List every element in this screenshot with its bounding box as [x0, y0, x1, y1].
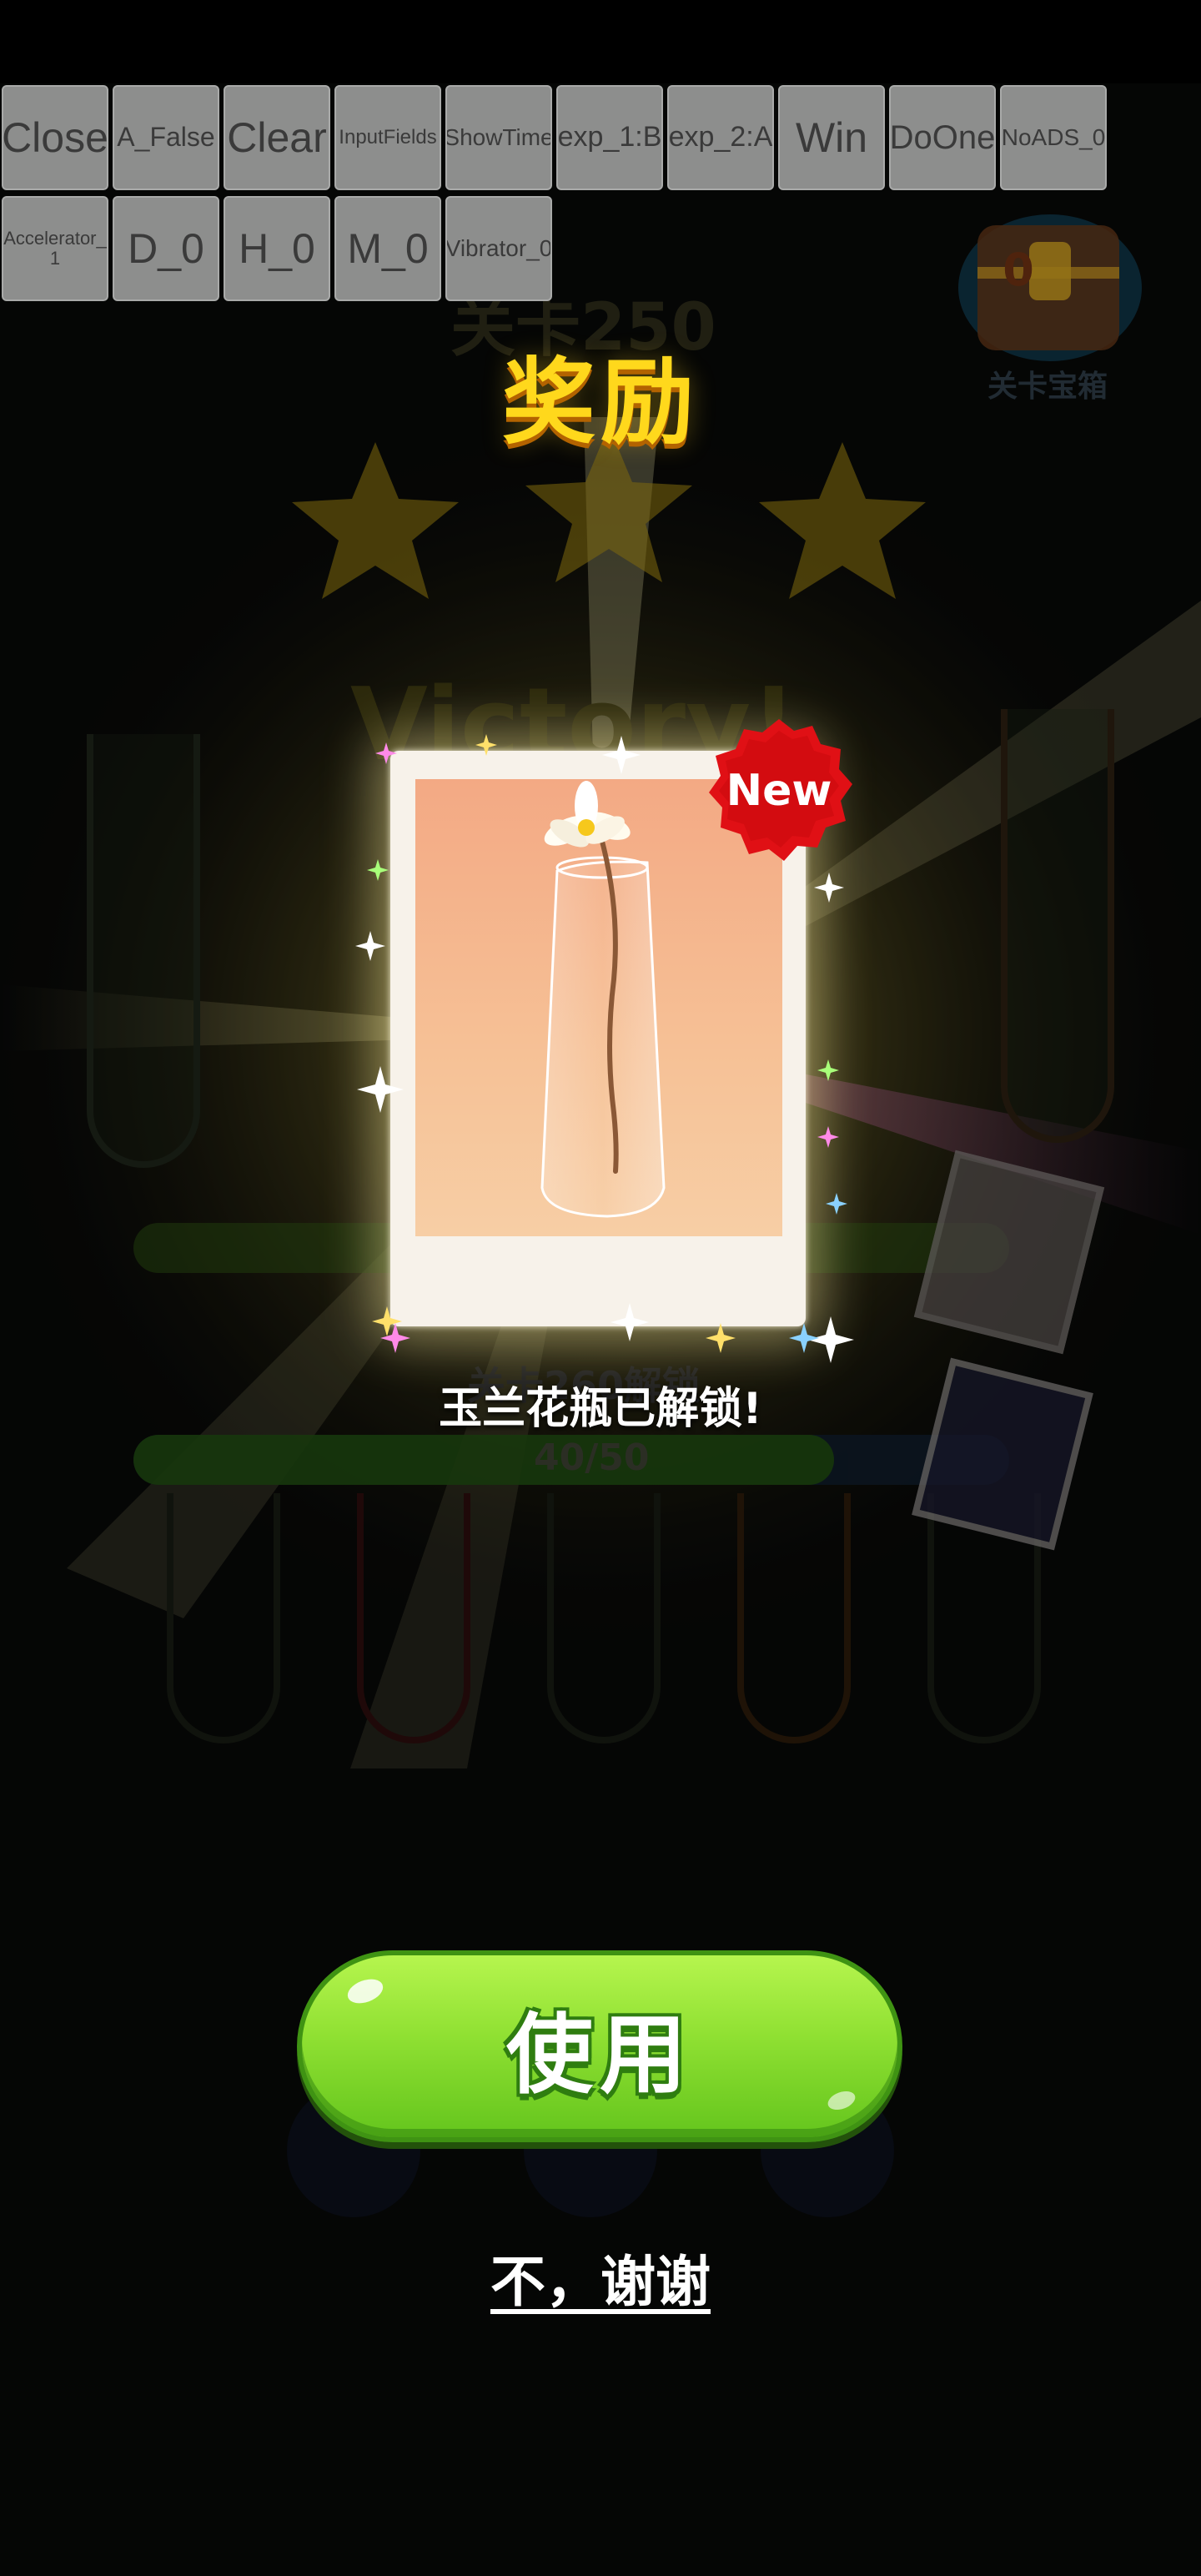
debug-button-win[interactable]: Win [778, 85, 885, 190]
debug-button-noads-0[interactable]: NoADS_0 [1000, 85, 1107, 190]
top-bar [0, 0, 1201, 83]
reward-title: 奖励 [502, 349, 699, 457]
debug-button-exp-2-a[interactable]: exp_2:A [667, 85, 774, 190]
reward-screen: 关卡250 Victory! 关卡260解锁 40/50 0 关卡宝箱 奖励 N… [0, 0, 1201, 2576]
debug-button-close[interactable]: Close [2, 85, 108, 190]
debug-button-exp-1-b[interactable]: exp_1:B [556, 85, 663, 190]
debug-button-vibrator-0[interactable]: Vibrator_0 [445, 196, 552, 301]
debug-button-showtime[interactable]: ShowTime [445, 85, 552, 190]
button-shine [344, 1975, 387, 2008]
use-button-label: 使用 [505, 2003, 693, 2106]
debug-button-a-false[interactable]: A_False [113, 85, 219, 190]
debug-button-d-0[interactable]: D_0 [113, 196, 219, 301]
sparkles [355, 734, 854, 1363]
no-thanks-link[interactable]: 不，谢谢 [0, 2237, 1201, 2317]
debug-button-doone[interactable]: DoOne [889, 85, 996, 190]
debug-button-accelerator-1[interactable]: Accelerator_ 1 [2, 196, 108, 301]
debug-button-m-0[interactable]: M_0 [334, 196, 441, 301]
debug-button-clear[interactable]: Clear [224, 85, 330, 190]
item-unlocked-text: 玉兰花瓶已解锁! [439, 1384, 762, 1434]
button-shine [825, 2087, 858, 2114]
use-button[interactable]: 使用 [297, 1950, 902, 2142]
debug-button-inputfields[interactable]: InputFields [334, 85, 441, 190]
debug-button-h-0[interactable]: H_0 [224, 196, 330, 301]
